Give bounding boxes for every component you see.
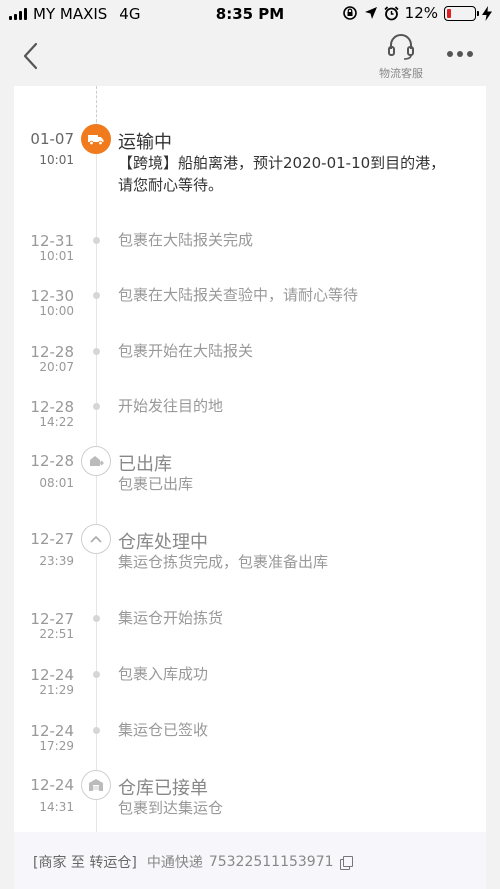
event-date: 12-30 [30,287,74,305]
alarm-icon [384,5,399,20]
event-time: 22:51 [39,627,74,641]
event-date: 12-24 [30,666,74,684]
more-dot-icon [467,51,473,57]
event-time: 08:01 [39,476,74,490]
event-desc: 【跨境】船舶离港，预计2020-01-10到目的港，请您耐心等待。 [118,154,446,194]
battery-percent: 12% [404,4,438,22]
event-time: 14:31 [39,800,74,814]
timeline-dot [93,292,100,299]
event-desc: 开始发往目的地 [118,397,224,415]
timeline-dot [93,671,100,678]
event-date: 12-27 [30,610,74,628]
event-desc: 包裹在大陆报关查验中，请耐心等待 [118,286,359,304]
timeline-dot [93,403,100,410]
event-desc: 集运仓已签收 [118,721,209,739]
warehouse-icon [81,770,111,800]
tracking-info-row: [商家 至 转运仓] 中通快递 75322511153971 [33,852,353,872]
event-date: 12-27 [30,530,74,548]
status-right: 12% [342,4,492,22]
timeline-line [96,122,97,864]
charging-bolt-icon [482,5,492,21]
outbound-icon [81,446,111,476]
tracking-number[interactable]: 75322511153971 [209,854,334,870]
event-date: 12-31 [30,232,74,250]
lock-rotation-icon [342,6,357,20]
truck-icon [81,124,111,154]
headset-icon [388,34,414,60]
event-desc: 集运仓开始拣货 [118,609,224,627]
timeline-dot [93,348,100,355]
logistics-service-button[interactable]: 物流客服 [370,32,432,81]
copy-icon[interactable] [339,855,353,870]
location-arrow-icon [364,7,377,19]
tracking-timeline: 01-07 10:01 运输中 【跨境】船舶离港，预计2020-01-10到目的… [14,86,486,889]
back-button[interactable] [18,40,46,72]
status-bar: MY MAXIS 4G 8:35 PM 12% [0,0,500,28]
battery-icon [444,5,479,21]
nav-bar: 物流客服 [0,28,500,84]
event-date: 12-28 [30,398,74,416]
event-time: 14:22 [39,415,74,429]
more-dot-icon [457,51,463,57]
chevron-left-icon [23,42,38,70]
event-desc: 包裹已出库 [118,475,194,493]
event-time: 17:29 [39,739,74,753]
event-date: 12-28 [30,343,74,361]
event-desc: 包裹开始在大陆报关 [118,342,254,360]
timeline-dot [93,237,100,244]
service-label: 物流客服 [379,67,423,80]
event-date: 12-28 [30,452,74,470]
event-desc: 集运仓拣货完成，包裹准备出库 [118,553,329,571]
timeline-line-dashed [96,86,97,122]
event-date: 12-24 [30,722,74,740]
route-label: [商家 至 转运仓] [33,855,137,871]
courier-name: 中通快递 [146,855,203,871]
chevron-up-icon [81,524,111,554]
event-time: 10:00 [39,304,74,318]
event-date: 01-07 [30,130,74,148]
event-desc: 包裹在大陆报关完成 [118,231,254,249]
event-time: 21:29 [39,683,74,697]
timeline-dot [93,615,100,622]
timeline-dot [93,727,100,734]
event-time: 10:01 [39,153,74,167]
event-time: 20:07 [39,360,74,374]
event-desc: 包裹入库成功 [118,665,209,683]
event-date: 12-24 [30,776,74,794]
tracking-info-bar: [商家 至 转运仓] 中通快递 75322511153971 [14,832,486,889]
event-title: 运输中 [118,132,172,153]
event-time: 23:39 [39,554,74,568]
more-button[interactable] [444,42,476,66]
event-desc: 包裹到达集运仓 [118,799,224,817]
event-time: 10:01 [39,249,74,263]
more-dot-icon [447,51,453,57]
